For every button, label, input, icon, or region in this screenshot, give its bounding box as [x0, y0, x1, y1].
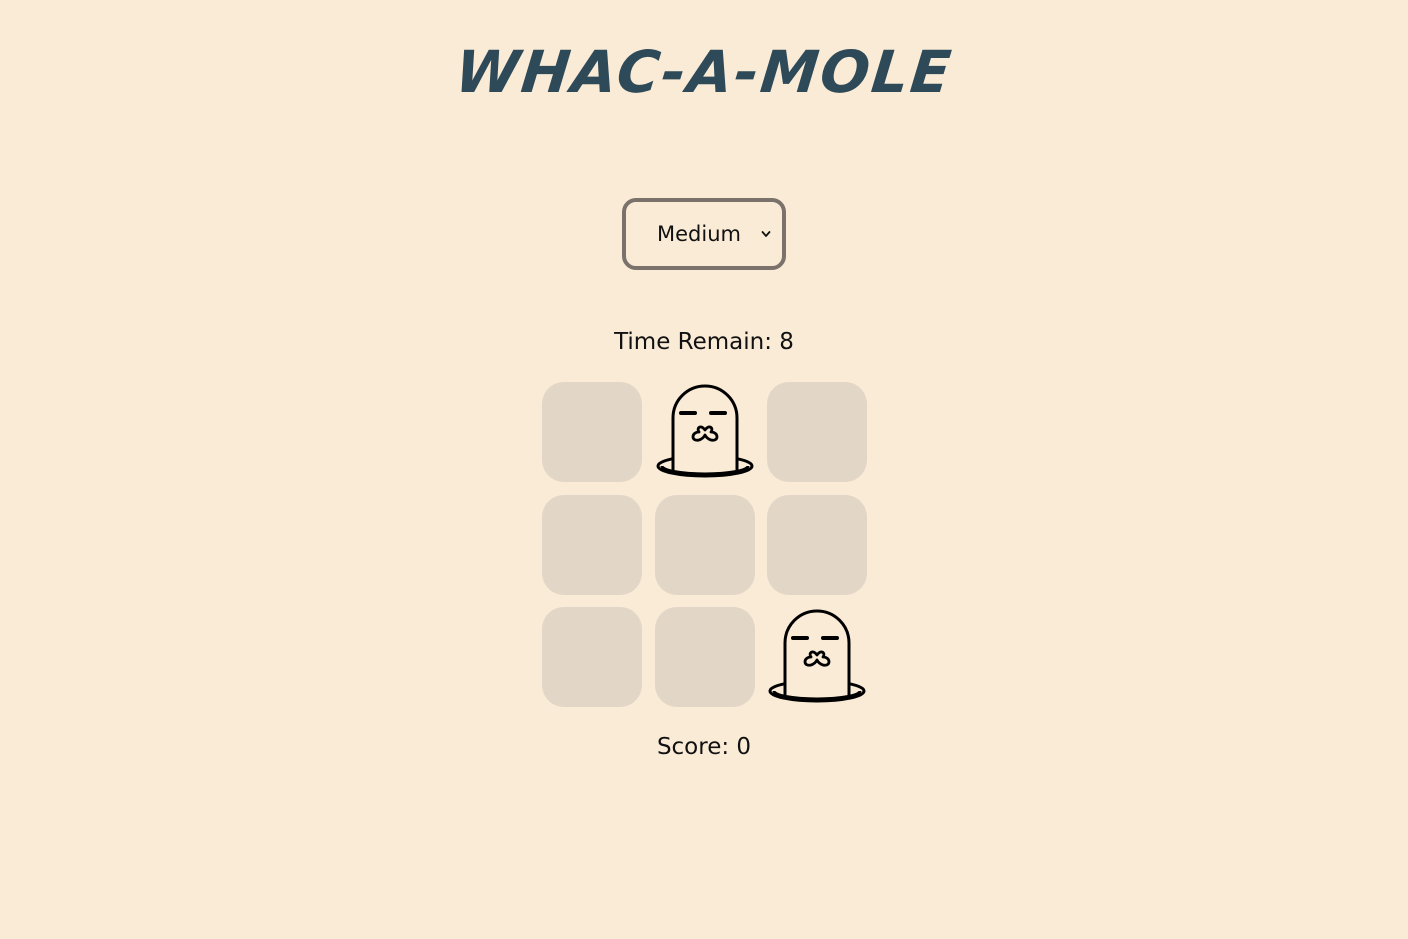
- hole[interactable]: [542, 382, 642, 482]
- hole[interactable]: [542, 607, 642, 707]
- game-title: WHAC-A-MOLE: [452, 38, 956, 106]
- hole-with-mole[interactable]: [767, 607, 867, 707]
- chevron-down-icon: [761, 231, 771, 237]
- difficulty-selected-value: Medium: [657, 222, 741, 246]
- difficulty-select[interactable]: Medium: [622, 198, 786, 270]
- hole[interactable]: [654, 607, 755, 707]
- game-board: [542, 382, 867, 707]
- hole[interactable]: [767, 494, 867, 595]
- score: Score: 0: [656, 734, 752, 760]
- mole-icon: [768, 609, 866, 703]
- hole-with-mole[interactable]: [655, 382, 755, 482]
- hole[interactable]: [654, 494, 755, 595]
- hole[interactable]: [542, 494, 642, 595]
- hole[interactable]: [767, 382, 867, 482]
- mole-icon: [656, 384, 753, 478]
- time-remaining: Time Remain: 8: [614, 329, 794, 355]
